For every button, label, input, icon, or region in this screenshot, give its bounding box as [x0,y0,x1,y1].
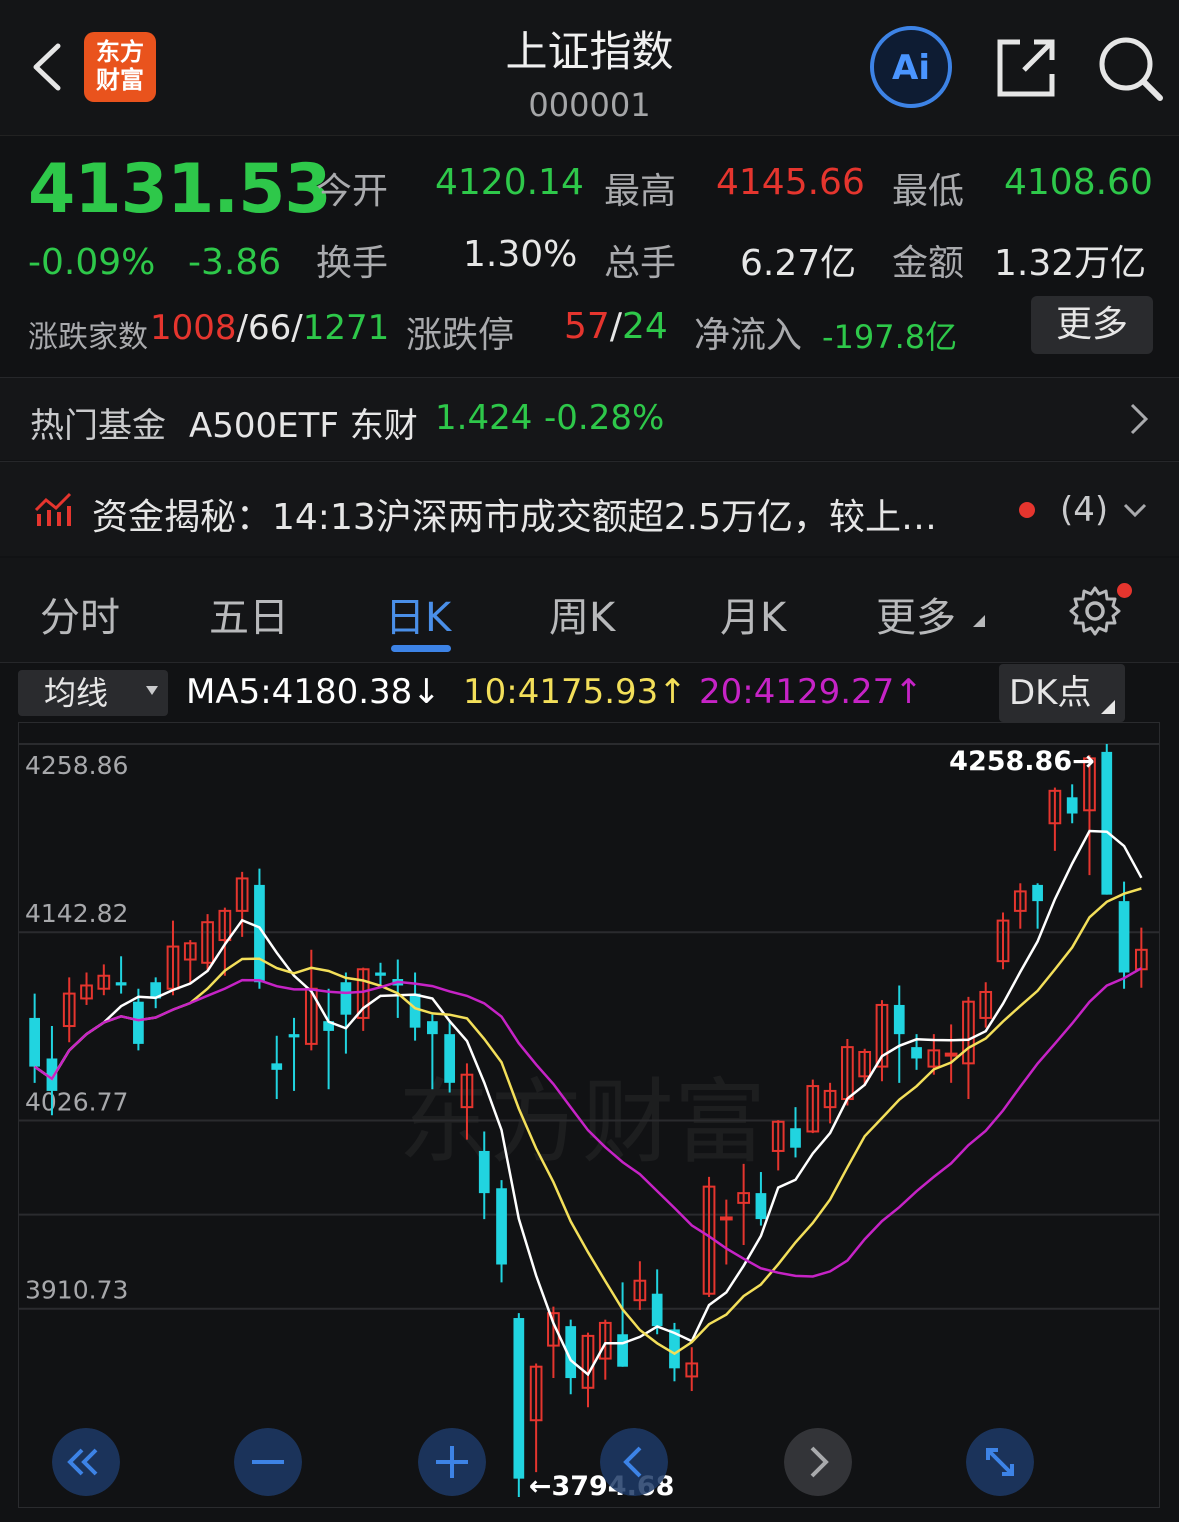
tab-five-day[interactable]: 五日 [209,585,289,643]
ma20-value: 20:4129.27↑ [699,672,923,712]
high-label: 最高 [604,171,677,212]
change-amount: -3.86 [188,242,282,283]
ai-label: Ai [892,48,930,88]
y-tick-label: 4142.82 [25,899,128,928]
unread-dot [1019,502,1035,518]
search-icon[interactable] [1096,34,1164,102]
tab-more[interactable]: 更多 [876,585,956,643]
open-label: 今开 [316,171,389,212]
candle-body-down [496,1188,507,1265]
more-quote-button[interactable]: 更多 [1031,296,1153,354]
limit-down: 24 [621,306,668,347]
breadth-values: 1008/66/1271 [150,308,390,348]
inflow-value: -197.8亿 [822,318,958,356]
limit-label: 涨跌停 [406,315,515,356]
tab-daily-k[interactable]: 日K [385,585,451,643]
candle-body-up [719,1216,733,1221]
zoom-in-icon[interactable] [418,1428,486,1496]
breadth-up: 1008 [150,308,237,348]
zoom-out-icon[interactable] [234,1428,302,1496]
candle-body-down [1066,797,1078,814]
candle-body-down [1032,884,1043,902]
scroll-left-icon[interactable] [600,1428,668,1496]
candle-body-down [478,1150,490,1194]
candle-body-down [409,993,421,1028]
candle-body-down [29,1017,41,1067]
amount-label: 金额 [892,243,965,284]
breadth-flat: 66 [248,308,292,348]
inflow-label: 净流入 [694,315,803,356]
tab-more-caret-icon [973,615,985,627]
news-headline[interactable]: 资金揭秘：14:13沪深两市成交额超2.5万亿，较上… [92,488,937,540]
settings-notification-dot [1117,583,1132,598]
breadth-label: 涨跌家数 [28,320,148,355]
hot-fund-label: 热门基金 [30,406,166,446]
gear-icon[interactable] [1068,584,1122,638]
turnover-value: 1.30% [463,234,578,275]
candle-body-down [288,1034,300,1038]
rewind-icon[interactable] [52,1428,120,1496]
chevron-down-icon[interactable] [1122,502,1148,518]
candle-body-down [651,1293,663,1327]
candle-body-down [1118,901,1130,973]
y-tick-label: 4258.86 [25,751,128,780]
indicator-select-label: 均线 [44,674,109,712]
y-tick-label: 3910.73 [25,1276,128,1305]
candle-body-down [513,1318,525,1479]
active-tab-indicator [391,645,451,652]
max-price-label: 4258.86→ [949,746,1095,777]
tab-monthly-k[interactable]: 月K [720,585,786,643]
hot-fund-change: -0.28% [544,398,665,438]
open-value: 4120.14 [435,162,584,203]
breadth-down: 1271 [302,308,390,348]
hot-fund-price: 1.424 [435,398,533,438]
dropdown-caret-icon [146,686,158,695]
candle-body-down [444,1034,456,1083]
change-pct: -0.09% [28,242,156,283]
candle-body-down [617,1334,628,1367]
candlestick-chart[interactable]: 东方财富 4258.864142.824026.773910.73 4258.8… [18,722,1160,1508]
volume-label: 总手 [604,243,677,284]
limit-values: 57/24 [564,306,668,347]
last-price: 4131.53 [28,150,332,229]
candle-body-down [375,972,386,976]
fullscreen-icon[interactable] [966,1428,1034,1496]
candle-body-down [911,1047,922,1059]
limit-up: 57 [564,306,610,347]
high-value: 4145.66 [716,162,865,203]
volume-value: 6.27亿 [740,243,857,284]
candle-body-down [427,1021,438,1035]
news-count: (4) [1060,490,1109,530]
fund-flow-icon [34,492,72,526]
candle-body-down [133,1001,144,1044]
ma5-value: MA5:4180.38↓ [186,672,441,712]
candle-body-down [755,1193,767,1220]
tab-weekly-k[interactable]: 周K [549,585,615,643]
candle-body-down [340,982,352,1015]
amount-value: 1.32万亿 [994,243,1147,284]
ma10-value: 10:4175.93↑ [463,672,687,712]
share-icon[interactable] [994,36,1058,100]
low-value: 4108.60 [1004,162,1153,203]
candle-body-down [115,982,127,986]
scroll-right-icon[interactable] [784,1428,852,1496]
candle-body-down [271,1063,283,1070]
candle-body-down [790,1128,801,1148]
dk-caret-icon [1101,700,1115,714]
y-tick-label: 4026.77 [25,1088,128,1117]
hot-fund-name: A500ETF 东财 [189,406,418,446]
ai-assistant-icon[interactable]: Ai [869,25,953,109]
candle-body-down [1101,751,1113,895]
candle-body-down [893,1004,905,1035]
tab-intraday[interactable]: 分时 [40,585,120,643]
turnover-label: 换手 [316,243,389,284]
chevron-right-icon [1130,403,1149,435]
candle-body-up [944,1052,958,1057]
low-label: 最低 [892,171,965,212]
